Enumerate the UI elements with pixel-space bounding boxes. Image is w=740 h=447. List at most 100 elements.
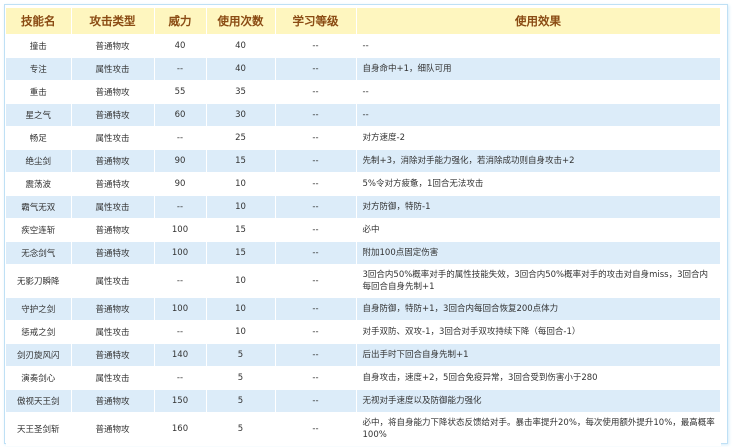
- header-row: 技能名 攻击类型 威力 使用次数 学习等级 使用效果: [6, 8, 721, 35]
- table-row: 撞击 普通物攻 40 40 -- --: [6, 34, 721, 58]
- cell-attack-type: 普通物攻: [71, 412, 155, 446]
- cell-power: 55: [154, 80, 207, 104]
- header-effect: 使用效果: [356, 8, 721, 35]
- cell-effect: 对方速度-2: [356, 126, 721, 150]
- cell-power: 40: [154, 34, 207, 58]
- cell-skill-name: 震荡波: [6, 172, 72, 196]
- cell-effect: 后出手时下回合自身先制+1: [356, 343, 721, 367]
- header-skill-name: 技能名: [6, 8, 72, 35]
- table-row: 天王圣剑斩 普通物攻 160 5 -- 必中，将自身能力下降状态反馈给对手。暴击率提升20…: [6, 412, 721, 446]
- cell-skill-name: 重击: [6, 80, 72, 104]
- cell-attack-type: 普通特攻: [71, 343, 155, 367]
- cell-learn-level: --: [275, 389, 357, 413]
- cell-attack-type: 属性攻击: [71, 57, 155, 81]
- cell-pp: 40: [206, 57, 276, 81]
- cell-pp: 10: [206, 264, 276, 298]
- cell-skill-name: 无影刀瞬降: [6, 264, 72, 298]
- cell-power: --: [154, 366, 207, 390]
- table-row: 惩戒之剑 属性攻击 -- 10 -- 对手双防、双攻-1，3回合对手双攻持续下降（每回合-…: [6, 320, 721, 344]
- cell-effect: 5%令对方疲惫，1回合无法攻击: [356, 172, 721, 196]
- cell-attack-type: 普通特攻: [71, 103, 155, 127]
- cell-effect: 无视对手速度以及防御能力强化: [356, 389, 721, 413]
- cell-power: --: [154, 57, 207, 81]
- cell-power: 150: [154, 389, 207, 413]
- cell-effect: 对手双防、双攻-1，3回合对手双攻持续下降（每回合-1）: [356, 320, 721, 344]
- cell-skill-name: 守护之剑: [6, 297, 72, 321]
- cell-pp: 10: [206, 320, 276, 344]
- cell-power: 160: [154, 412, 207, 446]
- cell-power: 90: [154, 172, 207, 196]
- table-row: 无念剑气 普通特攻 100 15 -- 附加100点固定伤害: [6, 241, 721, 265]
- cell-attack-type: 普通物攻: [71, 218, 155, 242]
- cell-pp: 30: [206, 103, 276, 127]
- table-row: 霸气无双 属性攻击 -- 10 -- 对方防御，特防-1: [6, 195, 721, 219]
- cell-effect: --: [356, 80, 721, 104]
- table-row: 重击 普通物攻 55 35 -- --: [6, 80, 721, 104]
- header-power: 威力: [154, 8, 207, 35]
- cell-learn-level: --: [275, 264, 357, 298]
- cell-attack-type: 属性攻击: [71, 126, 155, 150]
- cell-attack-type: 属性攻击: [71, 366, 155, 390]
- cell-attack-type: 普通物攻: [71, 34, 155, 58]
- cell-power: --: [154, 320, 207, 344]
- table-row: 无影刀瞬降 属性攻击 -- 10 -- 3回合内50%概率对手的属性技能失效，3回合内50…: [6, 264, 721, 298]
- cell-effect: 必中，将自身能力下降状态反馈给对手。暴击率提升20%，每次使用额外提升10%，最…: [356, 412, 721, 446]
- cell-attack-type: 普通特攻: [71, 172, 155, 196]
- table-row: 守护之剑 普通物攻 100 10 -- 自身防御，特防+1，3回合内每回合恢复200点体力: [6, 297, 721, 321]
- cell-power: --: [154, 264, 207, 298]
- cell-skill-name: 剑刃旋风闪: [6, 343, 72, 367]
- cell-learn-level: --: [275, 320, 357, 344]
- cell-skill-name: 专注: [6, 57, 72, 81]
- cell-effect: 3回合内50%概率对手的属性技能失效，3回合内50%概率对手的攻击对自身miss…: [356, 264, 721, 298]
- cell-pp: 15: [206, 149, 276, 173]
- table-row: 星之气 普通特攻 60 30 -- --: [6, 103, 721, 127]
- cell-attack-type: 属性攻击: [71, 195, 155, 219]
- cell-learn-level: --: [275, 172, 357, 196]
- cell-attack-type: 普通物攻: [71, 389, 155, 413]
- cell-pp: 10: [206, 172, 276, 196]
- cell-learn-level: --: [275, 366, 357, 390]
- table-row: 剑刃旋风闪 普通特攻 140 5 -- 后出手时下回合自身先制+1: [6, 343, 721, 367]
- cell-power: 90: [154, 149, 207, 173]
- cell-effect: 对方防御，特防-1: [356, 195, 721, 219]
- header-pp: 使用次数: [206, 8, 276, 35]
- cell-attack-type: 普通物攻: [71, 149, 155, 173]
- table-row: 震荡波 普通特攻 90 10 -- 5%令对方疲惫，1回合无法攻击: [6, 172, 721, 196]
- cell-pp: 10: [206, 297, 276, 321]
- cell-effect: 自身攻击，速度+2，5回合免疫异常，3回合受到伤害小于280: [356, 366, 721, 390]
- cell-attack-type: 普通物攻: [71, 297, 155, 321]
- cell-pp: 5: [206, 366, 276, 390]
- cell-pp: 35: [206, 80, 276, 104]
- cell-pp: 5: [206, 389, 276, 413]
- cell-effect: --: [356, 103, 721, 127]
- cell-effect: 附加100点固定伤害: [356, 241, 721, 265]
- cell-effect: 必中: [356, 218, 721, 242]
- table-row: 疾空连斩 普通物攻 100 15 -- 必中: [6, 218, 721, 242]
- cell-learn-level: --: [275, 241, 357, 265]
- cell-skill-name: 绝尘剑: [6, 149, 72, 173]
- cell-skill-name: 疾空连斩: [6, 218, 72, 242]
- cell-pp: 15: [206, 241, 276, 265]
- cell-pp: 5: [206, 343, 276, 367]
- cell-skill-name: 傲视天王剑: [6, 389, 72, 413]
- cell-learn-level: --: [275, 149, 357, 173]
- table-row: 演奏剑心 属性攻击 -- 5 -- 自身攻击，速度+2，5回合免疫异常，3回合受到伤害小于…: [6, 366, 721, 390]
- skill-table: 技能名 攻击类型 威力 使用次数 学习等级 使用效果 撞击 普通物攻 40 40 -- -…: [6, 8, 721, 446]
- header-learn-level: 学习等级: [275, 8, 357, 35]
- cell-learn-level: --: [275, 343, 357, 367]
- cell-power: 100: [154, 241, 207, 265]
- header-attack-type: 攻击类型: [71, 8, 155, 35]
- cell-power: --: [154, 195, 207, 219]
- cell-pp: 40: [206, 34, 276, 58]
- table-row: 畅足 属性攻击 -- 25 -- 对方速度-2: [6, 126, 721, 150]
- cell-learn-level: --: [275, 412, 357, 446]
- cell-attack-type: 属性攻击: [71, 320, 155, 344]
- table-row: 专注 属性攻击 -- 40 -- 自身命中+1，细队可用: [6, 57, 721, 81]
- cell-effect: 先制+3，消除对手能力强化，若消除成功则自身攻击+2: [356, 149, 721, 173]
- cell-pp: 10: [206, 195, 276, 219]
- cell-skill-name: 惩戒之剑: [6, 320, 72, 344]
- cell-learn-level: --: [275, 57, 357, 81]
- cell-power: 60: [154, 103, 207, 127]
- cell-effect: 自身命中+1，细队可用: [356, 57, 721, 81]
- cell-learn-level: --: [275, 297, 357, 321]
